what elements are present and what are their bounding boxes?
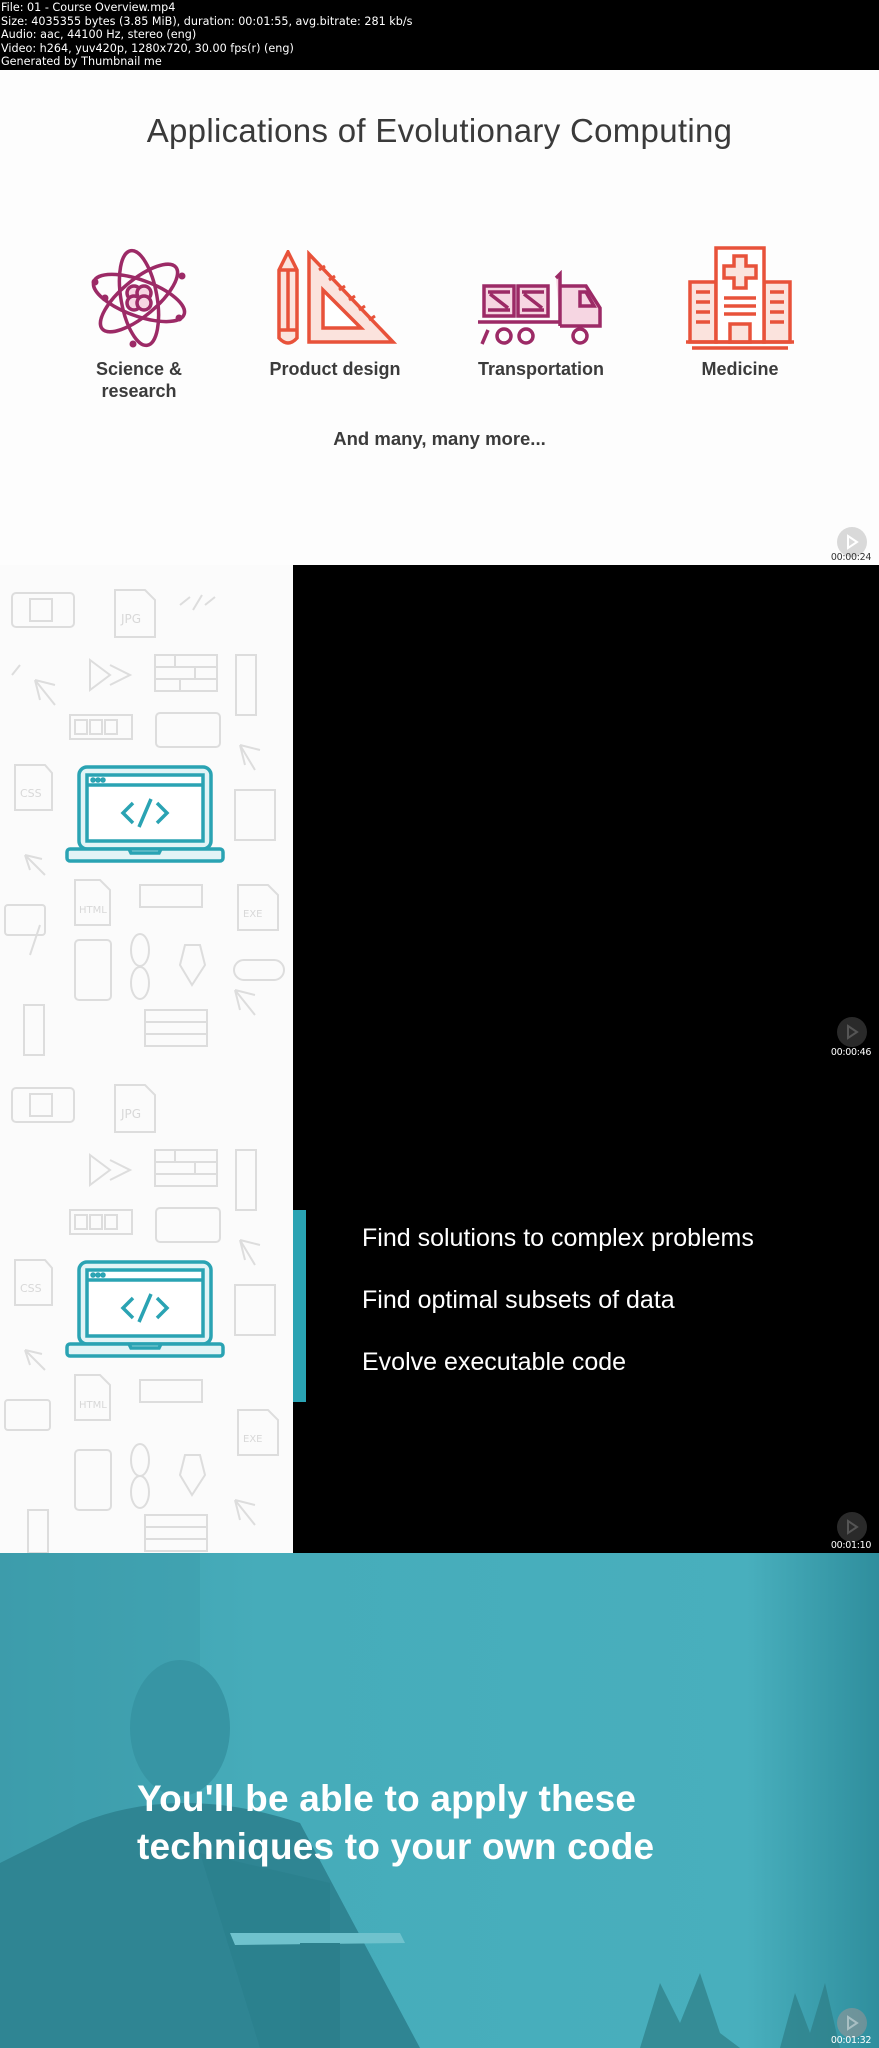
application-science: Science & research xyxy=(39,242,239,402)
accent-bar xyxy=(293,1210,306,1402)
application-transportation: Transportation xyxy=(441,242,641,380)
video-info-line: Video: h264, yuv420p, 1280x720, 30.00 fp… xyxy=(1,41,294,55)
truck-icon xyxy=(478,270,602,345)
application-label: Transportation xyxy=(477,359,604,379)
application-product-design: Product design xyxy=(235,242,435,380)
timestamp: 00:01:32 xyxy=(830,2035,872,2046)
file-name-line: File: 01 - Course Overview.mp4 xyxy=(1,1,176,14)
thumbnail-frame-3[interactable]: JPG CSS HTML EXE Find solutions to compl… xyxy=(0,1060,879,1553)
play-button[interactable] xyxy=(837,2008,867,2038)
laptop-code-icon xyxy=(65,1260,225,1358)
application-medicine: Medicine xyxy=(640,242,840,380)
svg-text:JPG: JPG xyxy=(120,1107,141,1121)
code-icon-pattern-panel: JPG CSS HTML EXE xyxy=(0,1060,293,1553)
laptop-code-icon xyxy=(65,765,225,863)
play-icon xyxy=(847,1519,859,1535)
file-size-line: Size: 4035355 bytes (3.85 MiB), duration… xyxy=(1,14,413,28)
application-label: Product design xyxy=(269,359,401,379)
play-icon xyxy=(847,534,859,550)
play-button[interactable] xyxy=(837,1017,867,1047)
application-label-line2: research xyxy=(101,381,177,401)
thumbnail-frame-2[interactable]: JPG CSS HTML EXE 00:00:46 xyxy=(0,565,879,1060)
pencil-triangle-ruler-icon xyxy=(277,250,397,345)
bullet-item: Find solutions to complex problems xyxy=(362,1224,754,1252)
bullet-item: Find optimal subsets of data xyxy=(362,1286,675,1314)
application-label: Medicine xyxy=(701,359,779,379)
svg-text:CSS: CSS xyxy=(20,787,42,800)
headline-text: You'll be able to apply these techniques… xyxy=(137,1775,654,1871)
svg-text:EXE: EXE xyxy=(243,909,263,920)
generator-line: Generated by Thumbnail me xyxy=(1,55,162,69)
more-applications-text: And many, many more... xyxy=(333,428,546,449)
atom-icon xyxy=(91,248,187,348)
code-icon-pattern-panel: JPG CSS HTML EXE xyxy=(0,565,293,1060)
thumbnail-frame-4[interactable]: You'll be able to apply these techniques… xyxy=(0,1553,879,2048)
svg-text:HTML: HTML xyxy=(79,905,107,916)
file-info-header: File: 01 - Course Overview.mp4 Size: 403… xyxy=(0,0,879,70)
hospital-icon xyxy=(686,246,794,350)
play-icon xyxy=(847,2015,859,2031)
svg-text:CSS: CSS xyxy=(20,1282,42,1295)
timestamp: 00:01:10 xyxy=(830,1540,872,1551)
bullet-item: Evolve executable code xyxy=(362,1348,627,1376)
headline-line-1: You'll be able to apply these xyxy=(137,1778,637,1819)
thumbnail-frame-1[interactable]: Applications of Evolutionary Computing S… xyxy=(0,70,879,565)
slide-title: Applications of Evolutionary Computing xyxy=(146,112,733,149)
timestamp: 00:00:24 xyxy=(830,552,872,563)
timestamp: 00:00:46 xyxy=(830,1047,872,1058)
application-label: Science & xyxy=(95,359,183,379)
audio-info-line: Audio: aac, 44100 Hz, stereo (eng) xyxy=(1,28,197,42)
svg-text:EXE: EXE xyxy=(243,1434,263,1445)
play-button[interactable] xyxy=(837,1512,867,1542)
headline-line-2: techniques to your own code xyxy=(137,1826,655,1867)
play-icon xyxy=(847,1024,859,1040)
svg-text:HTML: HTML xyxy=(79,1400,107,1411)
svg-text:JPG: JPG xyxy=(120,612,141,626)
